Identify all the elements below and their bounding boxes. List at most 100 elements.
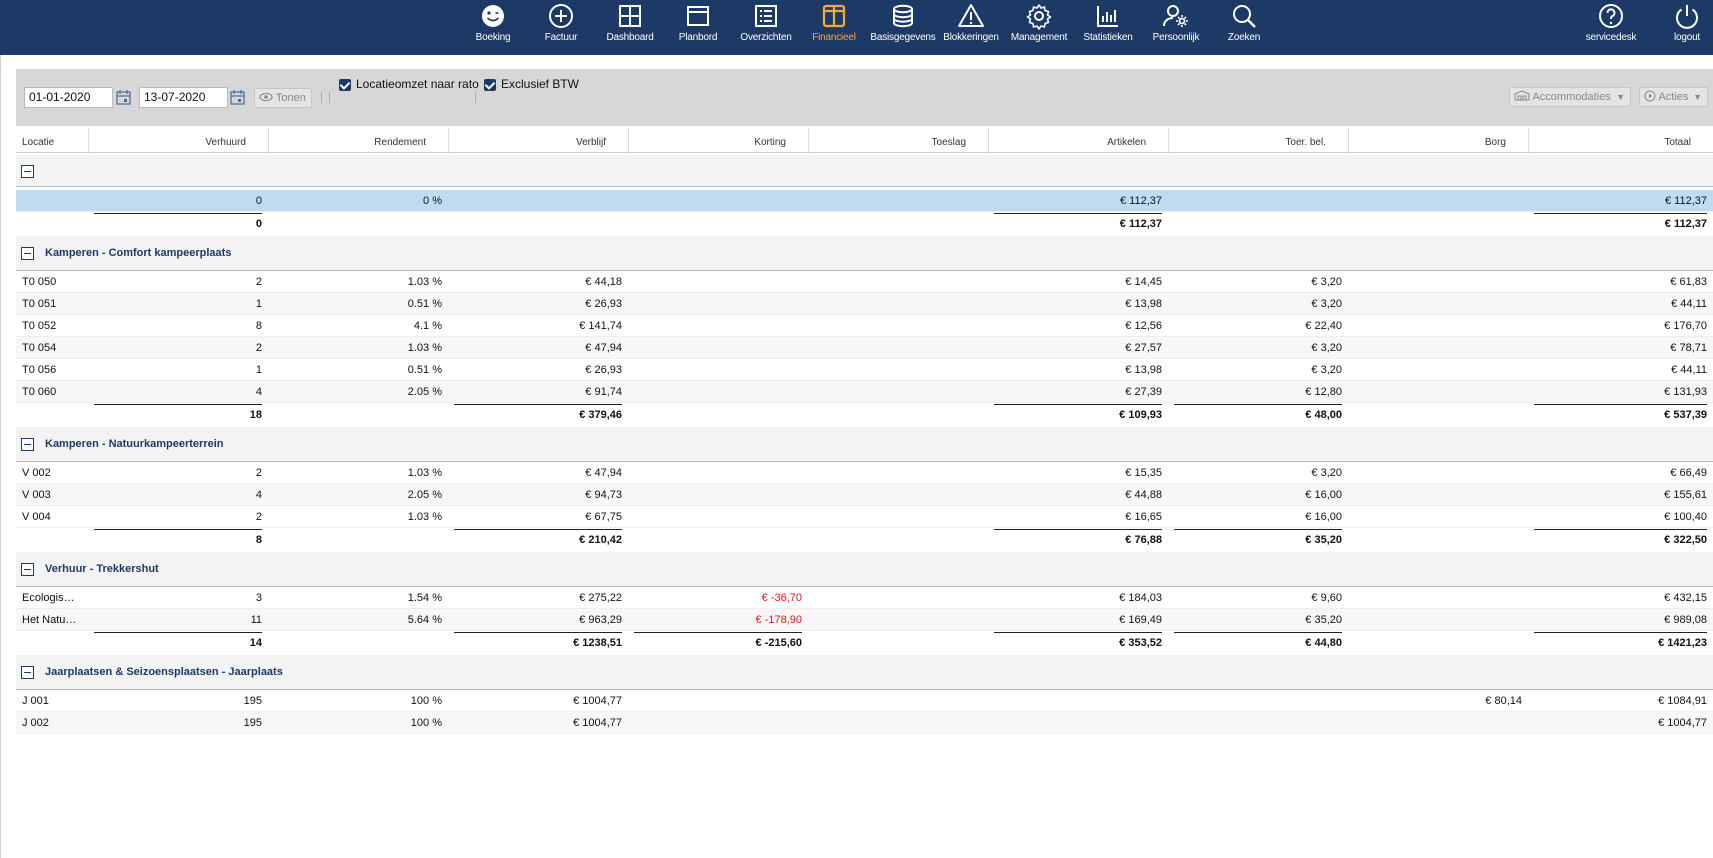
cell-verhuurd: 1 xyxy=(255,363,262,376)
collapse-icon[interactable] xyxy=(21,666,34,679)
list-icon xyxy=(755,5,777,27)
window-icon xyxy=(687,6,709,26)
column-header-toeslag[interactable]: Toeslag xyxy=(808,127,988,153)
date-to-input[interactable]: 13-07-2020 xyxy=(139,87,228,108)
group-header[interactable] xyxy=(16,155,1713,187)
date-from-input[interactable]: 01-01-2020 xyxy=(24,87,113,108)
table-row[interactable]: T0 060 4 2.05 % € 91,74 € 27,39 € 12,80 € 131,… xyxy=(16,381,1713,403)
actions-label: Acties xyxy=(1658,91,1689,103)
cell-totaal: € 1421,23 xyxy=(1658,637,1707,649)
subtotal-row[interactable]: 8 € 210,42 € 76,88 € 35,20 € 322,50 xyxy=(16,528,1713,552)
nav-statistieken[interactable]: Statistieken xyxy=(1074,0,1142,55)
calendar-from-icon[interactable] xyxy=(114,88,134,107)
column-header-rendement[interactable]: Rendement xyxy=(268,127,448,153)
chevron-down-icon: ▼ xyxy=(1616,92,1625,102)
table-row[interactable]: J 002 195 100 % € 1004,77 € 1004,77 xyxy=(16,712,1713,734)
calendar-to-icon[interactable] xyxy=(228,88,248,107)
table-row[interactable]: T0 054 2 1.03 % € 47,94 € 27,57 € 3,20 € 78,71 xyxy=(16,337,1713,359)
subtotal-row[interactable]: 14 € 1238,51 € -215,60 € 353,52 € 44,80 € 142… xyxy=(16,631,1713,655)
cell-totaal: € 44,11 xyxy=(1671,297,1707,310)
collapse-icon[interactable] xyxy=(21,164,34,178)
cell-totaal: € 78,71 xyxy=(1670,341,1707,354)
nav-overzichten[interactable]: Overzichten xyxy=(732,0,800,55)
nav-factuur[interactable]: Factuur xyxy=(527,0,595,55)
cell-verhuurd: 2 xyxy=(255,510,262,523)
chevron-down-icon: ▼ xyxy=(1693,92,1702,102)
actions-dropdown[interactable]: Acties ▼ xyxy=(1639,87,1708,107)
nav-persoonlijk[interactable]: Persoonlijk xyxy=(1142,0,1210,55)
column-header-verhuurd[interactable]: Verhuurd xyxy=(88,127,268,153)
table-row[interactable]: V 004 2 1.03 % € 67,75 € 16,65 € 16,00 € 100,4… xyxy=(16,506,1713,528)
table-row[interactable]: V 002 2 1.03 % € 47,94 € 15,35 € 3,20 € 66,49 xyxy=(16,462,1713,484)
exclusief-btw-checkbox[interactable] xyxy=(484,79,496,91)
nav-boeking[interactable]: Boeking xyxy=(459,0,527,55)
nav-blokkeringen[interactable]: Blokkeringen xyxy=(937,0,1005,55)
cell-borg: € 80,14 xyxy=(1485,694,1522,707)
table-row[interactable]: T0 052 8 4.1 % € 141,74 € 12,56 € 22,40 € 176,… xyxy=(16,315,1713,337)
nav-servicedesk[interactable]: servicedesk xyxy=(1577,0,1645,55)
cell-verhuurd: 8 xyxy=(255,534,262,546)
cell-totaal: € 989,08 xyxy=(1664,613,1707,626)
help-icon xyxy=(1599,4,1623,28)
cell-locatie: V 002 xyxy=(22,466,51,479)
cell-toer-bel-: € 3,20 xyxy=(1311,297,1342,310)
group-title: Kamperen - Comfort kampeerplaats xyxy=(45,247,232,259)
cell-artikelen: € 109,93 xyxy=(1119,409,1162,421)
bar-chart-icon xyxy=(1097,6,1118,27)
left-border xyxy=(0,55,1,858)
database-icon xyxy=(893,4,913,28)
table-row[interactable]: T0 051 1 0.51 % € 26,93 € 13,98 € 3,20 € 44,11 xyxy=(16,293,1713,315)
column-header-artikelen[interactable]: Artikelen xyxy=(988,127,1168,153)
locatieomzet-checkbox[interactable] xyxy=(339,79,351,91)
collapse-icon[interactable] xyxy=(21,247,34,260)
table-row[interactable]: Ecologis… 3 1.54 % € 275,22 € -36,70 € 184,03… xyxy=(16,587,1713,609)
cell-verblijf: € 91,74 xyxy=(585,385,622,398)
nav-basisgegevens[interactable]: Basisgegevens xyxy=(869,0,937,55)
cell-verblijf: € 1004,77 xyxy=(573,694,622,707)
column-header-totaal[interactable]: Totaal xyxy=(1528,127,1713,153)
nav-management[interactable]: Management xyxy=(1005,0,1073,55)
group-header[interactable]: Kamperen - Natuurkampeerterrein xyxy=(16,427,1713,462)
cell-totaal: € 537,39 xyxy=(1664,409,1707,421)
group-header[interactable]: Kamperen - Comfort kampeerplaats xyxy=(16,236,1713,271)
column-header-locatie[interactable]: Locatie xyxy=(16,127,88,153)
cell-verblijf: € 26,93 xyxy=(585,363,622,376)
group-header[interactable]: Jaarplaatsen & Seizoensplaatsen - Jaarpl… xyxy=(16,655,1713,690)
cell-verblijf: € 47,94 xyxy=(585,466,622,479)
column-header-borg[interactable]: Borg xyxy=(1348,127,1528,153)
collapse-icon[interactable] xyxy=(21,438,34,451)
subtotal-row[interactable]: 0 € 112,37 € 112,37 xyxy=(16,212,1713,236)
cell-rendement: 1.54 % xyxy=(407,591,442,604)
table-row[interactable]: Het Natu… 11 5.64 % € 963,29 € -178,90 € 169,… xyxy=(16,609,1713,631)
accommodations-dropdown[interactable]: Accommodaties ▼ xyxy=(1509,87,1631,107)
nav-financieel[interactable]: Financieel xyxy=(800,0,868,55)
cell-rendement: 0 % xyxy=(423,194,442,207)
cell-toer-bel-: € 22,40 xyxy=(1305,319,1342,332)
table-row[interactable]: 0 0 % € 112,37 € 112,37 xyxy=(16,190,1713,212)
subtotal-row[interactable]: 18 € 379,46 € 109,93 € 48,00 € 537,39 xyxy=(16,403,1713,427)
collapse-icon[interactable] xyxy=(21,563,34,576)
show-button[interactable]: Tonen xyxy=(254,88,312,108)
separator xyxy=(475,92,476,103)
column-header-korting[interactable]: Korting xyxy=(628,127,808,153)
nav-zoeken[interactable]: Zoeken xyxy=(1210,0,1278,55)
nav-planbord[interactable]: Planbord xyxy=(664,0,732,55)
cell-totaal: € 1004,77 xyxy=(1658,716,1707,729)
column-header-verblijf[interactable]: Verblijf xyxy=(448,127,628,153)
cell-verhuurd: 4 xyxy=(255,488,262,501)
column-header-toer-bel-[interactable]: Toer. bel. xyxy=(1168,127,1348,153)
cell-verblijf: € 963,29 xyxy=(579,613,622,626)
table-row[interactable]: V 003 4 2.05 % € 94,73 € 44,88 € 16,00 € 155,6… xyxy=(16,484,1713,506)
cell-locatie: J 002 xyxy=(22,716,49,729)
group-header[interactable]: Verhuur - Trekkershut xyxy=(16,552,1713,587)
table-row[interactable]: T0 056 1 0.51 % € 26,93 € 13,98 € 3,20 € 44,11 xyxy=(16,359,1713,381)
cell-rendement: 100 % xyxy=(410,716,442,729)
cell-artikelen: € 13,98 xyxy=(1125,363,1162,376)
nav-logout[interactable]: logout xyxy=(1653,0,1713,55)
table-row[interactable]: J 001 195 100 % € 1004,77 € 80,14 € 1084,91 xyxy=(16,690,1713,712)
top-navigation-bar: Boeking Factuur Dashboard Planbord Overzicht… xyxy=(0,0,1713,55)
nav-dashboard[interactable]: Dashboard xyxy=(596,0,664,55)
table-row[interactable]: T0 050 2 1.03 % € 44,18 € 14,45 € 3,20 € 61,83 xyxy=(16,271,1713,293)
cell-toer-bel-: € 16,00 xyxy=(1305,488,1342,501)
cell-verblijf: € 275,22 xyxy=(579,591,622,604)
